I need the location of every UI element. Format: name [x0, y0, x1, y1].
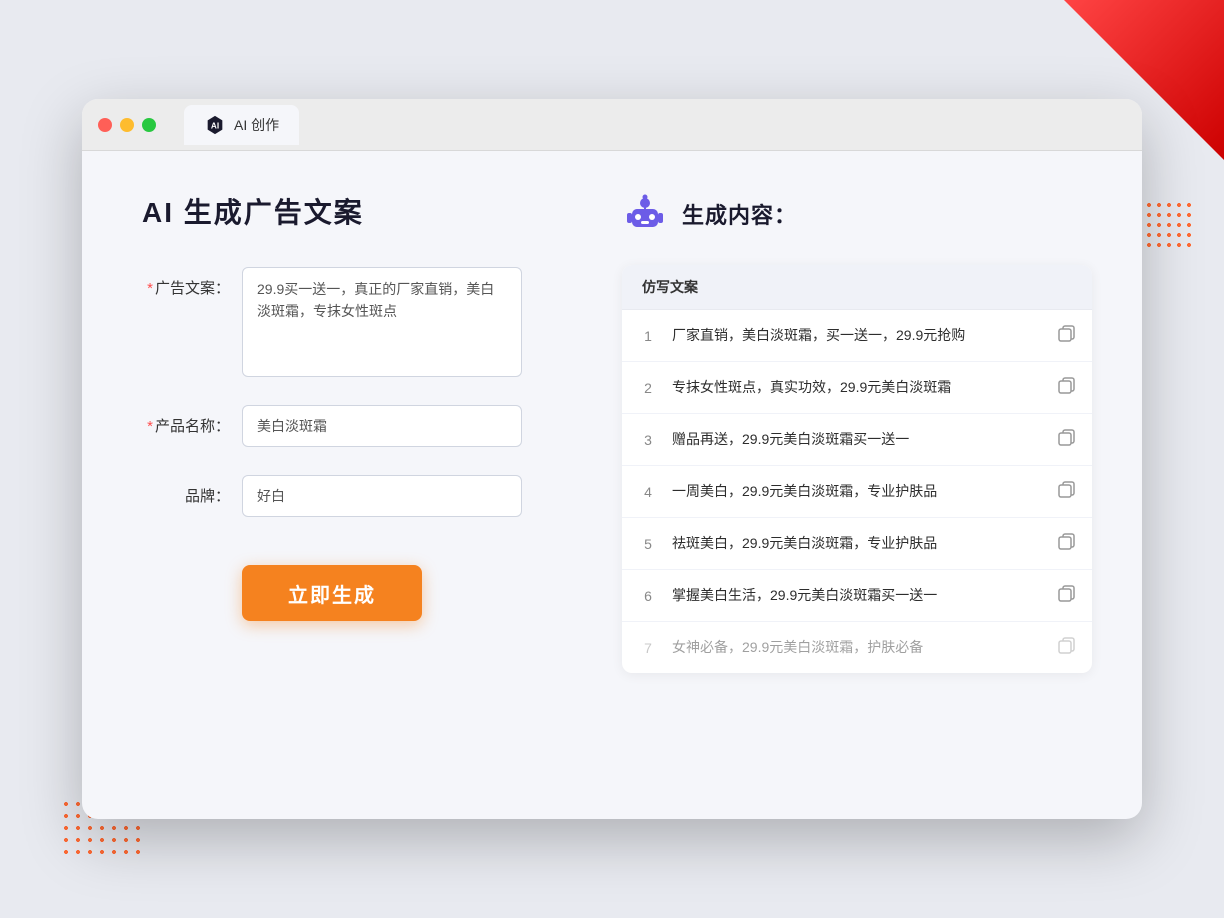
browser-chrome: AI AI 创作 [82, 99, 1142, 151]
generate-button[interactable]: 立即生成 [242, 565, 422, 621]
ad-copy-label: *广告文案： [142, 267, 242, 298]
left-panel: AI 生成广告文案 *广告文案： *产品名称： 品牌： 立 [142, 191, 562, 779]
row-text: 掌握美白生活，29.9元美白淡斑霜买一送一 [672, 585, 1044, 606]
right-panel: 生成内容： 仿写文案 1 厂家直销，美白淡斑霜，买一送一，29.9元抢购 2 专抹女… [622, 191, 1092, 779]
row-text: 专抹女性斑点，真实功效，29.9元美白淡斑霜 [672, 377, 1044, 398]
row-text: 厂家直销，美白淡斑霜，买一送一，29.9元抢购 [672, 325, 1044, 346]
robot-icon [622, 191, 668, 237]
ai-tab[interactable]: AI AI 创作 [184, 105, 299, 145]
product-name-group: *产品名称： [142, 405, 562, 447]
product-name-label: *产品名称： [142, 405, 242, 436]
tab-title-label: AI 创作 [234, 115, 279, 135]
row-number: 1 [638, 328, 658, 344]
copy-icon[interactable] [1058, 480, 1076, 503]
product-name-input[interactable] [242, 405, 522, 447]
table-row: 7 女神必备，29.9元美白淡斑霜，护肤必备 [622, 622, 1092, 673]
results-table-header: 仿写文案 [622, 265, 1092, 310]
brand-label: 品牌： [142, 475, 242, 506]
row-text: 女神必备，29.9元美白淡斑霜，护肤必备 [672, 637, 1044, 658]
browser-window: AI AI 创作 AI 生成广告文案 *广告文案： *产品名称： [82, 99, 1142, 819]
right-header: 生成内容： [622, 191, 1092, 237]
table-row: 2 专抹女性斑点，真实功效，29.9元美白淡斑霜 [622, 362, 1092, 414]
row-number: 2 [638, 380, 658, 396]
table-row: 5 祛斑美白，29.9元美白淡斑霜，专业护肤品 [622, 518, 1092, 570]
results-rows-container: 1 厂家直销，美白淡斑霜，买一送一，29.9元抢购 2 专抹女性斑点，真实功效，29… [622, 310, 1092, 673]
copy-icon[interactable] [1058, 636, 1076, 659]
bg-decoration-dots2 [1144, 200, 1194, 250]
copy-icon[interactable] [1058, 324, 1076, 347]
required-mark-1: * [147, 280, 153, 297]
copy-icon[interactable] [1058, 376, 1076, 399]
maximize-button[interactable] [142, 118, 156, 132]
right-panel-title: 生成内容： [682, 198, 797, 230]
ad-copy-group: *广告文案： [142, 267, 562, 377]
row-number: 5 [638, 536, 658, 552]
row-number: 6 [638, 588, 658, 604]
results-table: 仿写文案 1 厂家直销，美白淡斑霜，买一送一，29.9元抢购 2 专抹女性斑点，真实… [622, 265, 1092, 673]
brand-group: 品牌： [142, 475, 562, 517]
row-text: 赠品再送，29.9元美白淡斑霜买一送一 [672, 429, 1044, 450]
page-title: AI 生成广告文案 [142, 191, 562, 231]
ai-tab-icon: AI [204, 114, 226, 136]
row-number: 4 [638, 484, 658, 500]
table-row: 3 赠品再送，29.9元美白淡斑霜买一送一 [622, 414, 1092, 466]
row-text: 一周美白，29.9元美白淡斑霜，专业护肤品 [672, 481, 1044, 502]
row-number: 3 [638, 432, 658, 448]
row-text: 祛斑美白，29.9元美白淡斑霜，专业护肤品 [672, 533, 1044, 554]
close-button[interactable] [98, 118, 112, 132]
svg-text:AI: AI [211, 121, 219, 130]
table-row: 6 掌握美白生活，29.9元美白淡斑霜买一送一 [622, 570, 1092, 622]
copy-icon[interactable] [1058, 532, 1076, 555]
main-content: AI 生成广告文案 *广告文案： *产品名称： 品牌： 立 [82, 151, 1142, 819]
table-row: 4 一周美白，29.9元美白淡斑霜，专业护肤品 [622, 466, 1092, 518]
copy-icon[interactable] [1058, 584, 1076, 607]
minimize-button[interactable] [120, 118, 134, 132]
table-row: 1 厂家直销，美白淡斑霜，买一送一，29.9元抢购 [622, 310, 1092, 362]
required-mark-2: * [147, 418, 153, 435]
copy-icon[interactable] [1058, 428, 1076, 451]
row-number: 7 [638, 640, 658, 656]
ad-copy-input[interactable] [242, 267, 522, 377]
brand-input[interactable] [242, 475, 522, 517]
traffic-lights [98, 118, 156, 132]
